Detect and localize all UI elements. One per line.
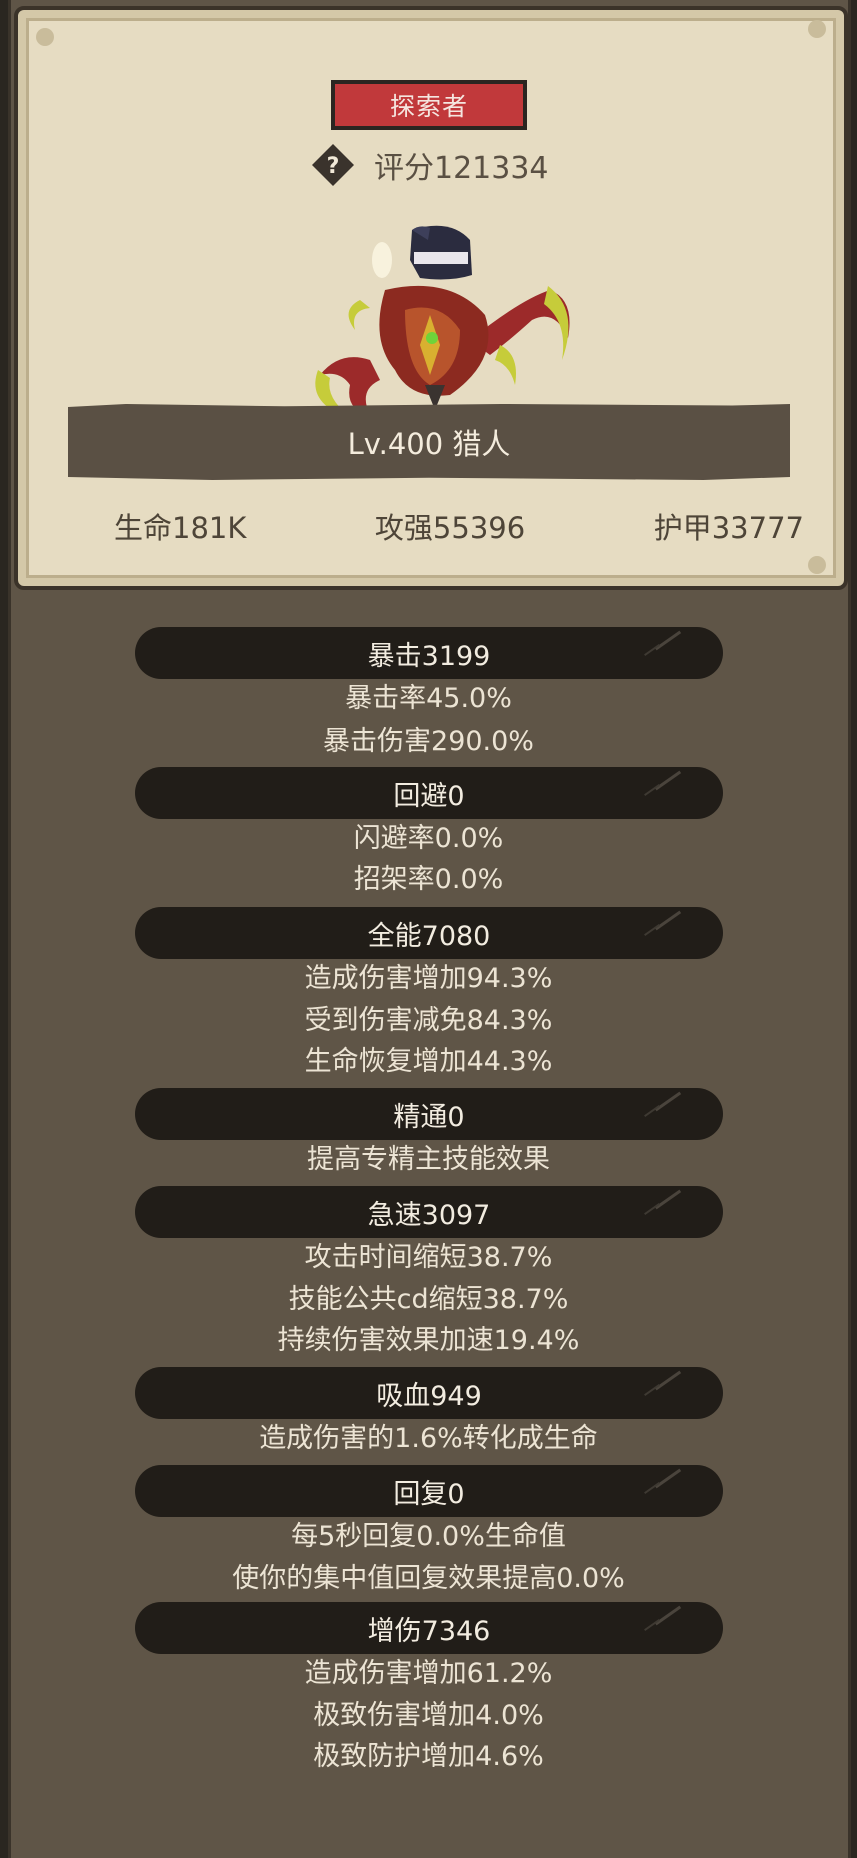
section-header-label: 急速3097 xyxy=(367,1199,491,1231)
stat-line: 持续伤害效果加速19.4% xyxy=(277,1325,580,1356)
stat-line: 闪避率0.0% xyxy=(353,823,504,854)
section-header-dodge: 回避0 xyxy=(135,767,723,819)
section-header-damage-boost: 增伤7346 xyxy=(135,1602,723,1654)
stat-line: 生命恢复增加44.3% xyxy=(304,1046,553,1077)
stat-line: 造成伤害增加61.2% xyxy=(304,1658,553,1689)
section-header-lifesteal: 吸血949 xyxy=(135,1367,723,1419)
section-header-label: 增伤7346 xyxy=(367,1615,491,1647)
stat-line: 暴击率45.0% xyxy=(345,683,512,714)
stat-line: 受到伤害减免84.3% xyxy=(304,1005,553,1036)
stat-line: 每5秒回复0.0%生命值 xyxy=(291,1521,566,1552)
stat-line: 提高专精主技能效果 xyxy=(307,1144,550,1175)
stat-line: 技能公共cd缩短38.7% xyxy=(288,1284,569,1315)
card-corner-decoration xyxy=(808,20,826,38)
section-header-versatility: 全能7080 xyxy=(135,907,723,959)
stat-line: 造成伤害增加94.3% xyxy=(304,963,553,994)
stat-line: 暴击伤害290.0% xyxy=(323,726,534,757)
section-header-label: 全能7080 xyxy=(367,920,491,952)
section-header-crit: 暴击3199 xyxy=(135,627,723,679)
stat-line: 极致防护增加4.6% xyxy=(313,1741,544,1772)
stat-line: 使你的集中值回复效果提高0.0% xyxy=(232,1563,625,1594)
card-corner-decoration xyxy=(808,556,826,574)
section-header-label: 回复0 xyxy=(393,1478,465,1510)
character-name-bar: Lv.400 猎人 xyxy=(68,404,790,480)
score-label: 评分121334 xyxy=(374,151,549,186)
attack-stat: 攻强55396 xyxy=(374,511,526,545)
stat-line: 极致伤害增加4.0% xyxy=(313,1700,544,1731)
section-header-label: 回避0 xyxy=(393,780,465,812)
section-header-label: 暴击3199 xyxy=(367,640,491,672)
stat-line: 招架率0.0% xyxy=(353,864,504,895)
card-corner-decoration xyxy=(36,28,54,46)
stat-line: 造成伤害的1.6%转化成生命 xyxy=(259,1423,598,1454)
svg-text:?: ? xyxy=(327,154,340,179)
core-stats-row: 生命181K 攻强55396 护甲33777 xyxy=(34,505,824,553)
stat-line: 攻击时间缩短38.7% xyxy=(304,1242,553,1273)
hp-stat: 生命181K xyxy=(114,511,247,545)
class-badge: 探索者 xyxy=(331,80,527,130)
section-header-label: 吸血949 xyxy=(376,1380,482,1412)
section-header-regen: 回复0 xyxy=(135,1465,723,1517)
hunter-character-icon xyxy=(300,220,600,420)
section-header-label: 精通0 xyxy=(393,1101,465,1133)
section-header-mastery: 精通0 xyxy=(135,1088,723,1140)
section-header-haste: 急速3097 xyxy=(135,1186,723,1238)
help-icon[interactable]: ? xyxy=(311,143,355,187)
armor-stat: 护甲33777 xyxy=(653,511,804,545)
